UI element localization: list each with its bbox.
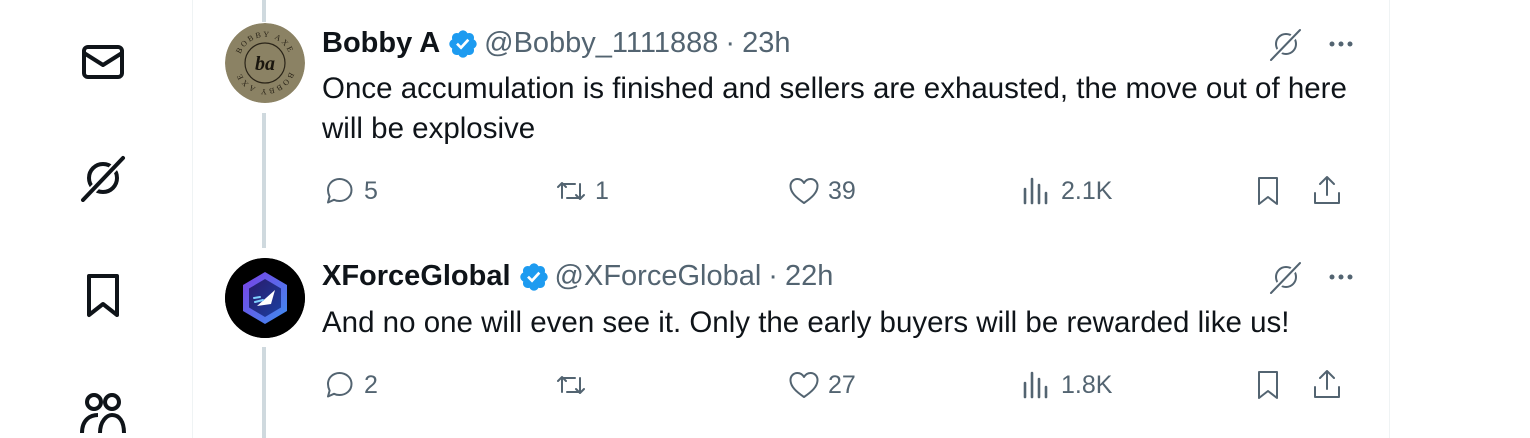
reply-button[interactable]: 5 — [322, 173, 378, 209]
nav-messages[interactable] — [78, 37, 128, 87]
more-options-icon[interactable] — [1323, 26, 1359, 62]
reply-button[interactable]: 2 — [322, 367, 378, 403]
reply-count: 5 — [364, 176, 378, 205]
repost-count: 1 — [595, 176, 609, 205]
header-separator: · — [725, 27, 736, 59]
share-icon — [1314, 370, 1340, 398]
repost-icon — [557, 376, 585, 394]
like-count: 39 — [828, 176, 856, 205]
share-button[interactable] — [1309, 367, 1351, 403]
bookmark-button[interactable] — [1250, 173, 1292, 209]
share-button[interactable] — [1309, 173, 1351, 209]
like-button[interactable]: 27 — [786, 367, 856, 403]
repost-icon — [557, 182, 585, 200]
more-options-icon[interactable] — [1323, 259, 1359, 295]
left-sidebar — [0, 0, 192, 438]
envelope-icon — [82, 45, 124, 79]
grok-icon[interactable] — [1268, 259, 1304, 295]
display-name[interactable]: XForceGlobal — [322, 260, 511, 293]
verified-badge-icon[interactable] — [447, 28, 479, 60]
tweet-article[interactable]: BOBBY AXE BOBBY AXE ba Bobby A @Bobby_11… — [193, 0, 1389, 240]
reply-icon — [327, 178, 353, 204]
bookmark-button[interactable] — [1250, 367, 1292, 403]
bookmark-icon — [1258, 177, 1278, 205]
bobby-axe-logo: BOBBY AXE BOBBY AXE ba — [225, 23, 305, 103]
heart-icon — [789, 178, 819, 204]
user-handle[interactable]: @Bobby_1111888 — [484, 27, 718, 60]
views-icon — [1023, 371, 1048, 399]
timestamp[interactable]: 23h — [742, 27, 790, 60]
tweet-header: XForceGlobal @XForceGlobal · 22h — [322, 260, 833, 293]
tweet-actions: 2 27 1.8K — [322, 367, 1357, 407]
tweet-header: Bobby A @Bobby_1111888 · 23h — [322, 27, 790, 60]
people-icon — [80, 393, 126, 434]
reply-icon — [327, 372, 353, 398]
views-button[interactable]: 2.1K — [1019, 173, 1112, 209]
tweet-text: And no one will even see it. Only the ea… — [322, 306, 1290, 339]
column-divider-right — [1389, 0, 1390, 438]
grok-icon[interactable] — [1268, 26, 1304, 62]
repost-button[interactable]: 1 — [553, 173, 609, 209]
heart-icon — [789, 372, 819, 398]
like-count: 27 — [828, 370, 856, 399]
tweet-text: Once accumulation is finished and seller… — [322, 72, 1347, 145]
nav-communities[interactable] — [78, 388, 128, 438]
user-handle[interactable]: @XForceGlobal — [555, 260, 762, 293]
svg-text:ba: ba — [255, 53, 275, 75]
view-count: 1.8K — [1061, 370, 1113, 399]
repost-button[interactable] — [553, 367, 595, 403]
views-button[interactable]: 1.8K — [1019, 367, 1112, 403]
like-button[interactable]: 39 — [786, 173, 856, 209]
avatar[interactable]: BOBBY AXE BOBBY AXE ba — [225, 23, 305, 103]
bookmark-icon — [1258, 371, 1278, 399]
display-name[interactable]: Bobby A — [322, 27, 440, 60]
timestamp[interactable]: 22h — [785, 260, 833, 293]
avatar[interactable] — [225, 258, 305, 338]
xforce-logo — [225, 258, 305, 338]
verified-badge-icon[interactable] — [518, 261, 550, 293]
nav-grok[interactable] — [78, 153, 128, 203]
share-icon — [1314, 176, 1340, 204]
tweet-article[interactable]: XForceGlobal @XForceGlobal · 22h And no … — [193, 240, 1389, 438]
header-separator: · — [768, 260, 778, 292]
reply-count: 2 — [364, 370, 378, 399]
bookmark-icon — [87, 274, 119, 317]
views-icon — [1023, 177, 1048, 205]
nav-bookmarks[interactable] — [78, 270, 128, 320]
view-count: 2.1K — [1061, 176, 1113, 205]
grok-icon — [81, 154, 127, 202]
tweet-actions: 5 1 39 2.1K — [322, 173, 1357, 213]
